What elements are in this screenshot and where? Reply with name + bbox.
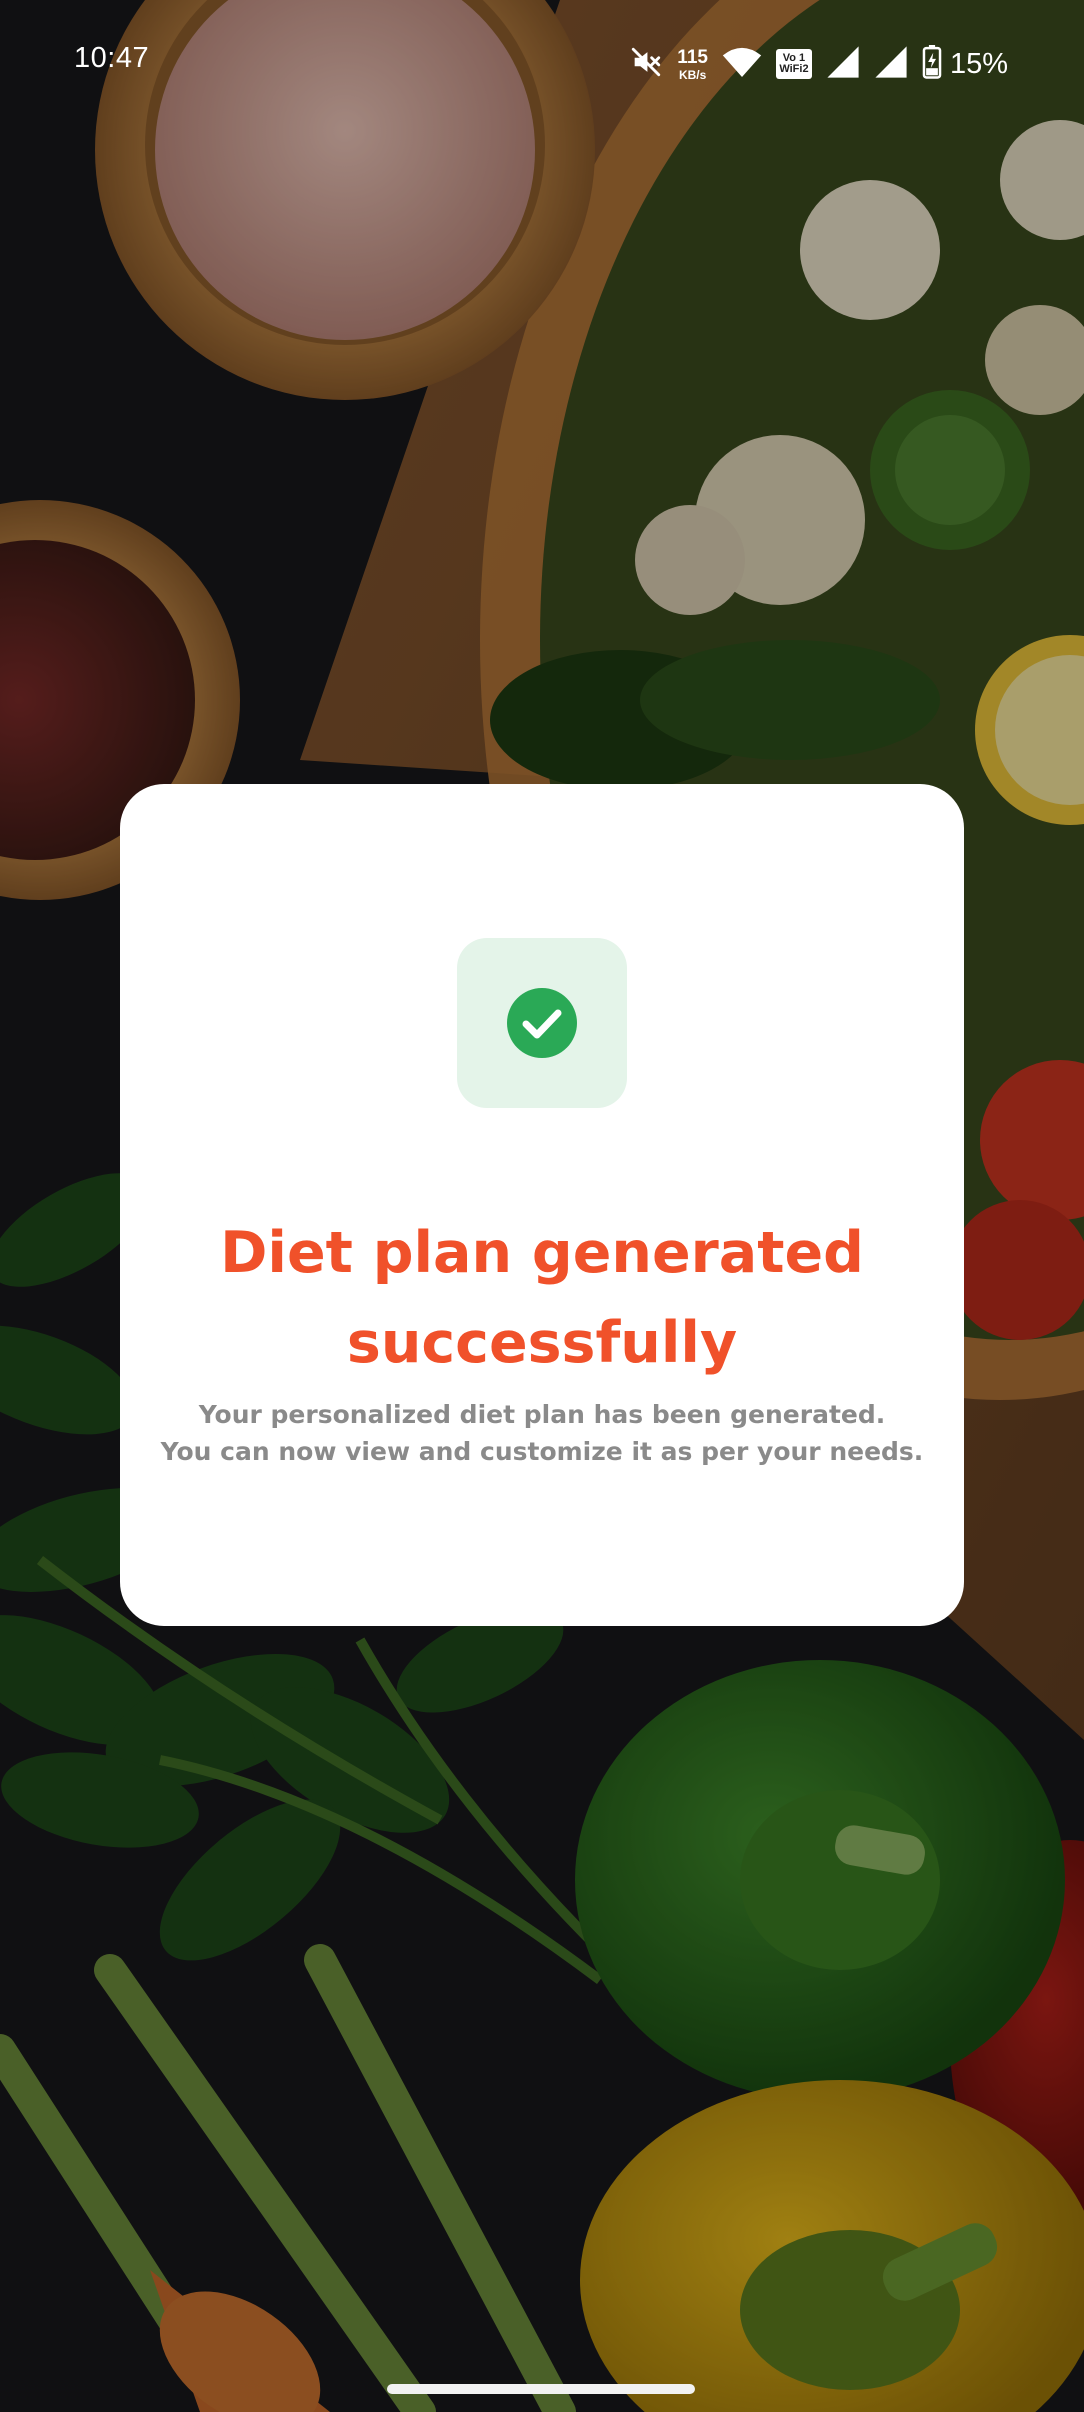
success-icon-tile [457,938,627,1108]
screen: 10:47 115 KB/s Vo 1 WiFi2 15% Diet plan … [0,0,1084,2412]
dialog-message-line-1: Your personalized diet plan has been gen… [198,1400,886,1429]
dialog-message-line-2: You can now view and customize it as per… [160,1437,924,1466]
signal-icon [874,45,908,83]
signal-icon [826,45,860,83]
status-icons: 115 KB/s Vo 1 WiFi2 15% [615,42,1008,86]
status-time: 10:47 [74,42,150,74]
mute-icon [629,45,663,83]
network-speed-value: 115 [677,46,708,68]
network-speed-unit: KB/s [678,67,707,82]
wifi-icon [722,45,762,83]
network-speed: 115 KB/s [677,48,708,81]
status-bar: 10:47 115 KB/s Vo 1 WiFi2 15% [0,0,1084,124]
dialog-message: Your personalized diet plan has been gen… [150,1396,934,1470]
battery-percent: 15% [949,47,1008,80]
volte-wifi-icon: Vo 1 WiFi2 [775,49,812,79]
dialog-title: Diet plan generated successfully [220,1220,864,1376]
home-indicator[interactable] [387,2384,695,2394]
check-circle-icon [507,988,577,1058]
battery-charging-icon [922,45,942,83]
success-dialog: Diet plan generated successfully Your pe… [120,784,964,1626]
